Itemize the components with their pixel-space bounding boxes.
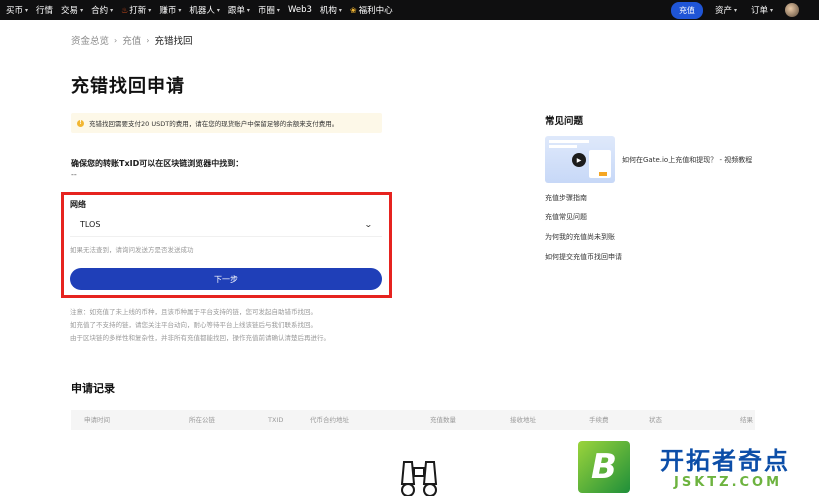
thumbnail-decoration [549,145,577,148]
nav-item-label: 机器人 [189,6,215,16]
breadcrumb-current: 充错找回 [154,36,193,47]
txid-value: -- [71,170,77,179]
thumbnail-decoration [599,172,607,176]
chevron-down-icon: ▾ [338,6,342,14]
faq-link-deposit-guide[interactable]: 充值步骤指南 [545,193,587,203]
chevron-down-icon: ▾ [733,6,737,14]
watermark: B 开拓者奇点 JSKTZ.COM [574,439,819,496]
nav-item-label: 赚币 [159,6,177,16]
records-title: 申请记录 [71,382,115,395]
faq-link-deposit-not-arrived[interactable]: 为何我的充值尚未到账 [545,232,615,242]
nav-item-2[interactable]: 交易 ▾ [61,4,83,16]
column-header-txid: TXID [268,416,284,424]
nav-item-5[interactable]: 赚币 ▾ [159,4,181,16]
column-header-status: 状态 [649,416,662,424]
nav-menu: 买币 ▾ 行情 交易 ▾ 合约 ▾ ♨ 打新 ▾ 赚币 ▾ 机器人 ▾ 跟单 ▾ 币圈 ▾ Web3 机构 ▾ ❀ 福利中心 [6,4,401,16]
chevron-down-icon: ▾ [110,6,114,14]
chevron-down-icon: ▾ [276,6,280,14]
page-title: 充错找回申请 [71,76,185,97]
chevron-down-icon: ▾ [25,6,29,14]
nav-item-4[interactable]: ♨ 打新 ▾ [121,4,152,17]
network-select[interactable]: TLOS ⌄ [70,213,382,237]
nav-item-11[interactable]: ❀ 福利中心 [349,4,393,17]
breadcrumb-separator-icon: › [146,35,150,45]
nav-item-label: Web3 [287,5,312,15]
chevron-down-icon: ▾ [80,6,84,14]
column-header-chain: 所在公链 [189,416,215,424]
play-icon[interactable]: ▶ [572,153,586,167]
breadcrumb-deposit[interactable]: 充值 [122,33,141,47]
assets-menu[interactable]: 资产 ▾ [715,4,737,16]
nav-item-6[interactable]: 机器人 ▾ [189,4,220,16]
network-selected-value: TLOS [80,220,101,229]
watermark-url: JSKTZ.COM [674,475,783,490]
video-tutorial-link[interactable]: 如何在Gate.io上充值和提现？ - 视频教程 [622,155,752,165]
binoculars-icon [400,461,438,496]
fee-notice-banner: ! 充错找回需要支付20 USDT的费用，请在您的现货账户中保留足够的余额来支付… [71,113,382,133]
nav-item-9[interactable]: Web3 [288,5,312,15]
column-header-amount: 充值数量 [430,416,456,424]
column-header-contract: 代币合约地址 [310,416,349,424]
nav-item-label: 买币 [6,6,24,16]
nav-item-1[interactable]: 行情 [36,4,53,16]
chevron-down-icon: ▾ [769,6,773,14]
warning-icon: ! [77,119,84,127]
nav-item-label: 机构 [319,6,337,16]
nav-item-10[interactable]: 机构 ▾ [320,4,342,16]
records-table-header: 申请时间 所在公链 TXID 代币合约地址 充值数量 接收地址 手续费 状态 结… [71,410,755,430]
nav-item-0[interactable]: 买币 ▾ [6,4,28,16]
column-header-address: 接收地址 [510,416,536,424]
column-header-result: 结果 [740,416,753,424]
user-avatar[interactable] [785,3,799,17]
network-hint: 如果无法查到，请询问发送方是否发送成功 [70,246,194,254]
nav-item-8[interactable]: 币圈 ▾ [258,4,280,16]
faq-link-submit-recovery[interactable]: 如何提交充值币找回申请 [545,252,622,262]
nav-item-label: 福利中心 [358,6,393,16]
video-thumbnail[interactable]: ▶ [545,136,615,183]
txid-question: 确保您的转账TxID可以在区块链浏览器中找到： [71,159,244,168]
faq-link-deposit-faq[interactable]: 充值常见问题 [545,212,587,222]
nav-item-label: 合约 [91,6,109,16]
note-line: 注意：如充值了未上线的币种，且该币种属于平台支持的链，您可发起自助错币找回。 [70,308,317,316]
nav-item-label: 打新 [129,6,147,16]
assets-menu-label: 资产 [714,6,732,16]
faq-title: 常见问题 [545,116,584,127]
nav-item-label: 币圈 [257,6,275,16]
network-label: 网络 [70,200,86,209]
orders-menu[interactable]: 订单 ▾ [751,4,773,16]
notes-block: 注意：如充值了未上线的币种，且该币种属于平台支持的链，您可发起自助错币找回。 如… [70,306,330,345]
breadcrumb-separator-icon: › [114,35,118,45]
gift-icon: ❀ [349,5,357,15]
flame-icon: ♨ [121,5,129,15]
column-header-time: 申请时间 [84,416,110,424]
next-step-button[interactable]: 下一步 [70,268,382,290]
watermark-name: 开拓者奇点 [660,447,790,475]
nav-item-label: 行情 [36,6,54,16]
note-line: 如充值了不支持的链，请您关注平台动向，耐心等待平台上线该链后与我们联系找回。 [70,321,317,329]
chevron-down-icon: ▾ [148,6,152,14]
chevron-down-icon: ▾ [216,6,220,14]
chevron-down-icon: ⌄ [364,220,374,229]
chevron-down-icon: ▾ [246,6,250,14]
deposit-button[interactable]: 充值 [670,1,703,19]
nav-item-label: 跟单 [227,6,245,16]
watermark-logo-icon: B [578,441,630,493]
top-navigation-right: 充值 资产 ▾ 订单 ▾ [670,0,819,20]
breadcrumb: 资金总览 › 充值 › 充错找回 [71,33,193,48]
fee-notice-text: 充错找回需要支付20 USDT的费用，请在您的现货账户中保留足够的余额来支付费用… [89,120,339,128]
note-line: 由于区块链的多样性和复杂性，并非所有充值都能找回，操作充值前请确认清楚后再进行。 [70,334,330,342]
nav-item-label: 交易 [61,6,79,16]
chevron-down-icon: ▾ [178,6,182,14]
orders-menu-label: 订单 [750,6,768,16]
thumbnail-decoration [549,140,589,143]
breadcrumb-funds-overview[interactable]: 资金总览 [71,33,109,47]
nav-item-3[interactable]: 合约 ▾ [91,4,113,16]
column-header-fee: 手续费 [589,416,609,424]
watermark-logo-letter: B [591,447,617,487]
nav-item-7[interactable]: 跟单 ▾ [228,4,250,16]
